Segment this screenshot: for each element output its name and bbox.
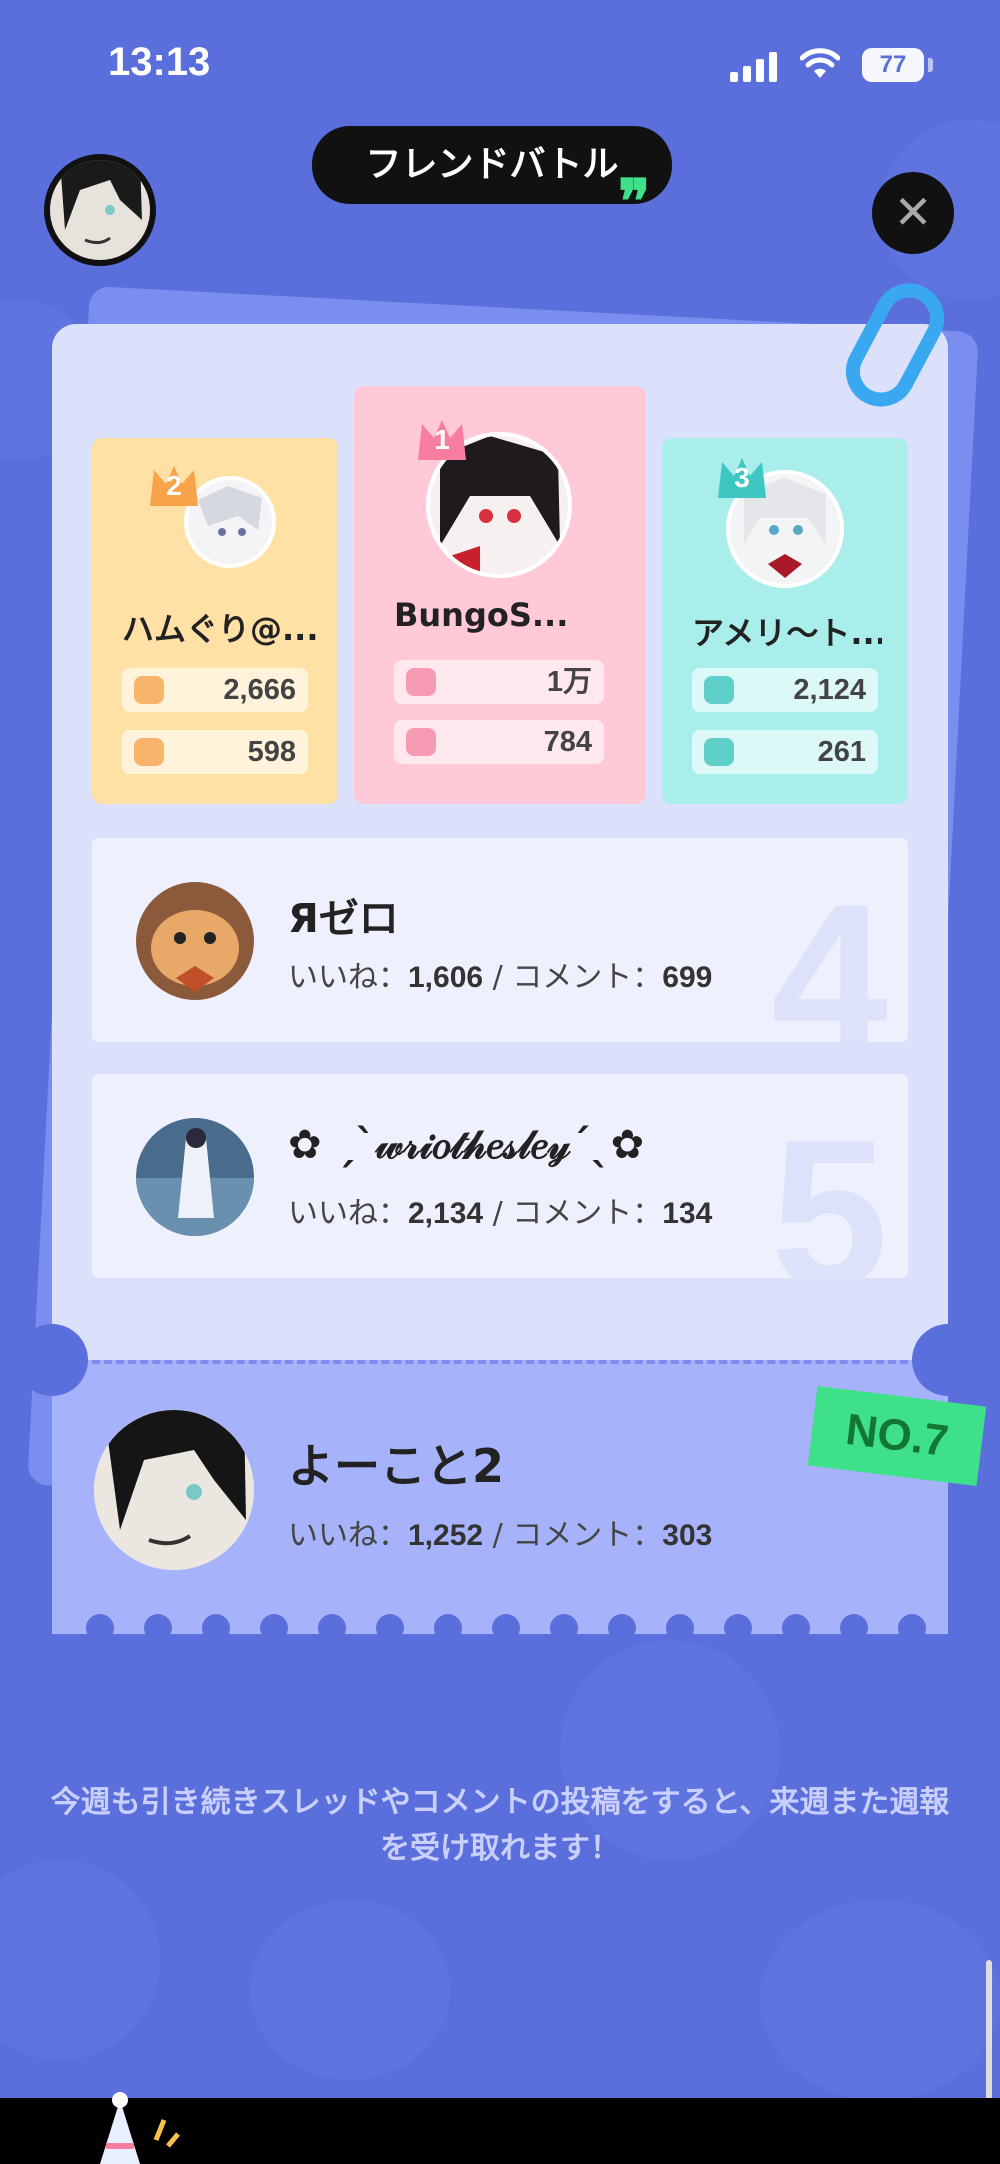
rank-2-crown-icon: 2 [146,462,202,510]
comment-icon [406,728,436,756]
quote-icon: ❞ [618,167,651,237]
avatar-art [50,160,150,260]
battery-level: 77 [879,51,907,78]
ticket-divider [92,1360,908,1364]
rank-number: 4 [771,860,888,1043]
battery-tip [928,58,933,72]
podium-1-likes: 1万 [394,660,604,704]
rank-row-4[interactable]: 4 Яゼロ いいね：1,606 / コメント：699 [92,838,908,1042]
comment-icon [134,738,164,766]
ticket-scallop-edge [52,1614,948,1654]
my-rank-stats: いいね：1,252 / コメント：303 [288,1518,713,1553]
avatar-art [94,1410,254,1570]
battery-icon: 77 [862,48,924,82]
comment-icon [704,738,734,766]
like-icon [134,676,164,704]
rank-4-avatar [136,882,254,1000]
party-hat-icon [100,2092,180,2164]
rank-5-name: ✿ ˏˋ𝓌𝓇𝒾𝑜𝓉𝒽𝑒𝓈𝓁𝑒𝓎ˊˎ✿ [288,1122,645,1168]
podium-1-comments: 784 [394,720,604,764]
rank-1-crown-icon: 1 [414,416,470,464]
podium-2-comments-value: 598 [247,736,296,768]
podium-2-comments: 598 [122,730,308,774]
podium-2-name: ハムぐり@... [122,610,319,648]
rank-4-name: Яゼロ [288,896,399,942]
podium-3-comments-value: 261 [817,736,866,768]
rank-1-number: 1 [434,424,450,455]
podium-2-likes: 2,666 [122,668,308,712]
rank-3-number: 3 [734,462,750,493]
rank-4-stats: いいね：1,606 / コメント：699 [288,960,713,995]
podium-3-comments: 261 [692,730,878,774]
like-icon [406,668,436,696]
rank-5-stats: いいね：2,134 / コメント：134 [288,1196,713,1231]
status-bar: 13:13 77 [0,0,1000,130]
podium-1-likes-value: 1万 [546,666,592,698]
avatar-art [136,882,254,1000]
status-time: 13:13 [108,40,211,84]
podium-3-name: アメリ～ト... [692,614,882,652]
scrollbar[interactable] [986,1960,992,2100]
my-rank-name: よーこと2 [288,1439,505,1493]
user-avatar[interactable] [44,154,156,266]
ticket-notch-right [912,1324,984,1396]
rank-5-avatar [136,1118,254,1236]
ticket-notch-left [16,1324,88,1396]
my-rank-avatar [94,1410,254,1570]
podium-2-likes-value: 2,666 [223,674,296,706]
footer-note: 今週も引き続きスレッドやコメントの投稿をすると、来週また週報を受け取れます！ [50,1785,950,1866]
like-icon [704,676,734,704]
cellular-signal-icon [730,52,777,82]
rank-number: 5 [771,1096,888,1279]
rank-row-5[interactable]: 5 ✿ ˏˋ𝓌𝓇𝒾𝑜𝓉𝒽𝑒𝓈𝓁𝑒𝓎ˊˎ✿ いいね：2,134 / コメント：13… [92,1074,908,1278]
podium-3-likes-value: 2,124 [793,674,866,706]
avatar-art [136,1118,254,1236]
close-button[interactable]: ✕ [872,172,954,254]
wifi-icon [800,48,840,78]
podium-3-likes: 2,124 [692,668,878,712]
podium-1-comments-value: 784 [543,726,592,758]
rank-2-number: 2 [166,470,182,501]
rank-3-crown-icon: 3 [714,454,770,502]
podium-1-name: BungoS... [394,596,569,634]
